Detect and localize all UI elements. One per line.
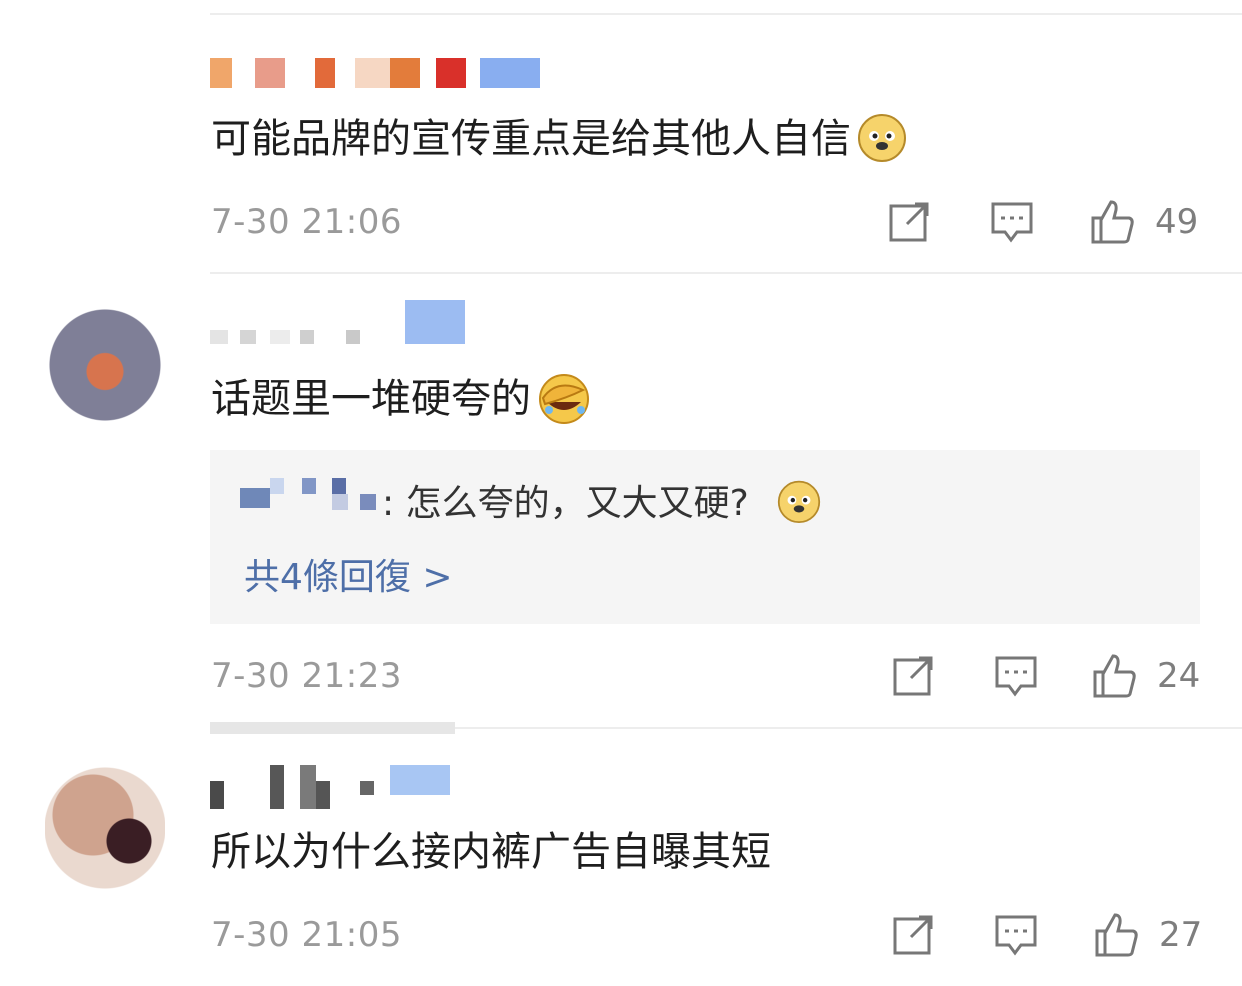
comment-time: 7-30 21:23 xyxy=(211,656,402,696)
like-count: 49 xyxy=(1155,202,1199,242)
comment-text: 所以为什么接内裤广告自曝其短 xyxy=(211,827,771,877)
username-blurred[interactable] xyxy=(210,300,470,344)
share-icon[interactable] xyxy=(891,652,937,698)
comment-meta: 7-30 21:05 27 xyxy=(211,911,1203,961)
thumbs-up-icon[interactable] xyxy=(1091,652,1137,698)
avatar[interactable] xyxy=(45,763,165,893)
comment-icon[interactable] xyxy=(989,198,1035,244)
comment-item: 可能品牌的宣传重点是给其他人自信 7-30 21:06 49 xyxy=(0,0,1242,272)
reply-text: : 怎么夸的，又大又硬? xyxy=(382,474,821,527)
doge-emoji-icon xyxy=(857,112,907,162)
like-count: 24 xyxy=(1157,656,1201,696)
comment-text: 可能品牌的宣传重点是给其他人自信 xyxy=(211,114,907,166)
comment-icon[interactable] xyxy=(993,911,1039,957)
avatar[interactable] xyxy=(45,40,165,170)
comment-item: 话题里一堆硬夸的 : 怎么夸的，又大又硬? 共4條回復 > 7-30 21:23… xyxy=(0,272,1242,727)
reply-username-blurred[interactable] xyxy=(240,478,380,510)
comment-time: 7-30 21:05 xyxy=(211,915,402,955)
reply-text-content: : 怎么夸的，又大又硬? xyxy=(382,483,749,524)
avatar[interactable] xyxy=(45,300,165,430)
comment-text: 话题里一堆硬夸的 xyxy=(211,372,589,426)
like-count: 27 xyxy=(1159,915,1203,955)
username-blurred[interactable] xyxy=(210,765,460,809)
comment-meta: 7-30 21:23 24 xyxy=(211,652,1201,702)
facepalm-laugh-emoji-icon xyxy=(537,372,589,424)
share-icon[interactable] xyxy=(887,198,933,244)
thumbs-up-icon[interactable] xyxy=(1093,911,1139,957)
username-blurred[interactable] xyxy=(210,58,540,88)
reply-preview[interactable]: : 怎么夸的，又大又硬? 共4條回復 > xyxy=(210,450,1200,624)
share-icon[interactable] xyxy=(891,911,937,957)
doge-emoji-icon xyxy=(777,479,821,523)
comment-icon[interactable] xyxy=(993,652,1039,698)
view-replies-link[interactable]: 共4條回復 > xyxy=(244,548,453,600)
comment-text-content: 所以为什么接内裤广告自曝其短 xyxy=(211,829,771,875)
comment-text-content: 话题里一堆硬夸的 xyxy=(211,376,531,422)
comment-item: 所以为什么接内裤广告自曝其短 7-30 21:05 27 xyxy=(0,727,1242,986)
thumbs-up-icon[interactable] xyxy=(1089,198,1135,244)
comment-time: 7-30 21:06 xyxy=(211,202,402,242)
comment-meta: 7-30 21:06 49 xyxy=(211,198,1201,248)
comment-text-content: 可能品牌的宣传重点是给其他人自信 xyxy=(211,116,851,162)
